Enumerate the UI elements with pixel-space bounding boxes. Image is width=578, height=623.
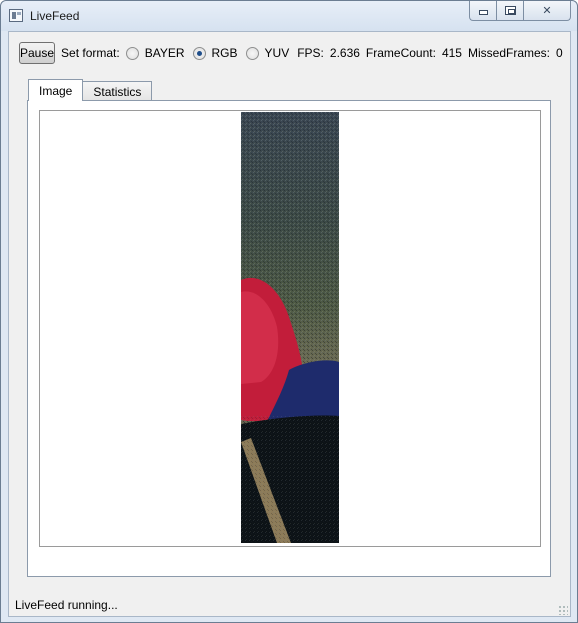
close-icon: ✕ [542, 4, 552, 17]
tab-image[interactable]: Image [28, 79, 84, 101]
fps-value: 2.636 [329, 46, 360, 60]
status-bar: LiveFeed running... [9, 593, 570, 617]
format-label: Set format: [61, 46, 120, 60]
missedframes-label: MissedFrames: [467, 46, 550, 60]
toolbar: Pause Set format: BAYER RGB YUV FPS: 2.6… [19, 41, 564, 65]
camera-frame-image [241, 112, 339, 543]
close-button[interactable]: ✕ [523, 1, 571, 21]
tab-bar: Image Statistics [28, 79, 153, 101]
fps-label: FPS: [297, 46, 324, 60]
radio-button-rgb[interactable] [192, 46, 206, 60]
tab-statistics[interactable]: Statistics [82, 81, 153, 101]
radio-label-rgb: RGB [211, 46, 238, 60]
format-radio-rgb[interactable]: RGB [192, 46, 238, 60]
window-title: LiveFeed [30, 9, 80, 23]
radio-button-bayer[interactable] [125, 46, 139, 60]
resize-grip-icon[interactable] [558, 605, 568, 615]
image-view [39, 110, 541, 547]
title-bar[interactable]: LiveFeed ✕ [1, 1, 577, 31]
main-window: LiveFeed ✕ Pause Set format: BAYER RGB Y… [0, 0, 578, 623]
client-area: Pause Set format: BAYER RGB YUV FPS: 2.6… [8, 31, 571, 617]
pause-button[interactable]: Pause [19, 42, 56, 64]
maximize-button[interactable] [496, 1, 523, 21]
minimize-button[interactable] [469, 1, 496, 21]
framecount-label: FrameCount: [365, 46, 436, 60]
caption-buttons: ✕ [469, 1, 574, 22]
radio-button-yuv[interactable] [245, 46, 259, 60]
format-radio-bayer[interactable]: BAYER [125, 46, 185, 60]
missedframes-value: 0 [556, 46, 563, 60]
window-app-icon[interactable] [9, 9, 23, 22]
radio-label-bayer: BAYER [144, 46, 185, 60]
minimize-icon [478, 10, 488, 15]
framecount-value: 415 [441, 46, 462, 60]
image-tab-pane [27, 100, 551, 577]
format-radio-yuv[interactable]: YUV [245, 46, 290, 60]
radio-label-yuv: YUV [264, 46, 290, 60]
status-text: LiveFeed running... [15, 598, 118, 612]
maximize-icon [504, 6, 516, 15]
